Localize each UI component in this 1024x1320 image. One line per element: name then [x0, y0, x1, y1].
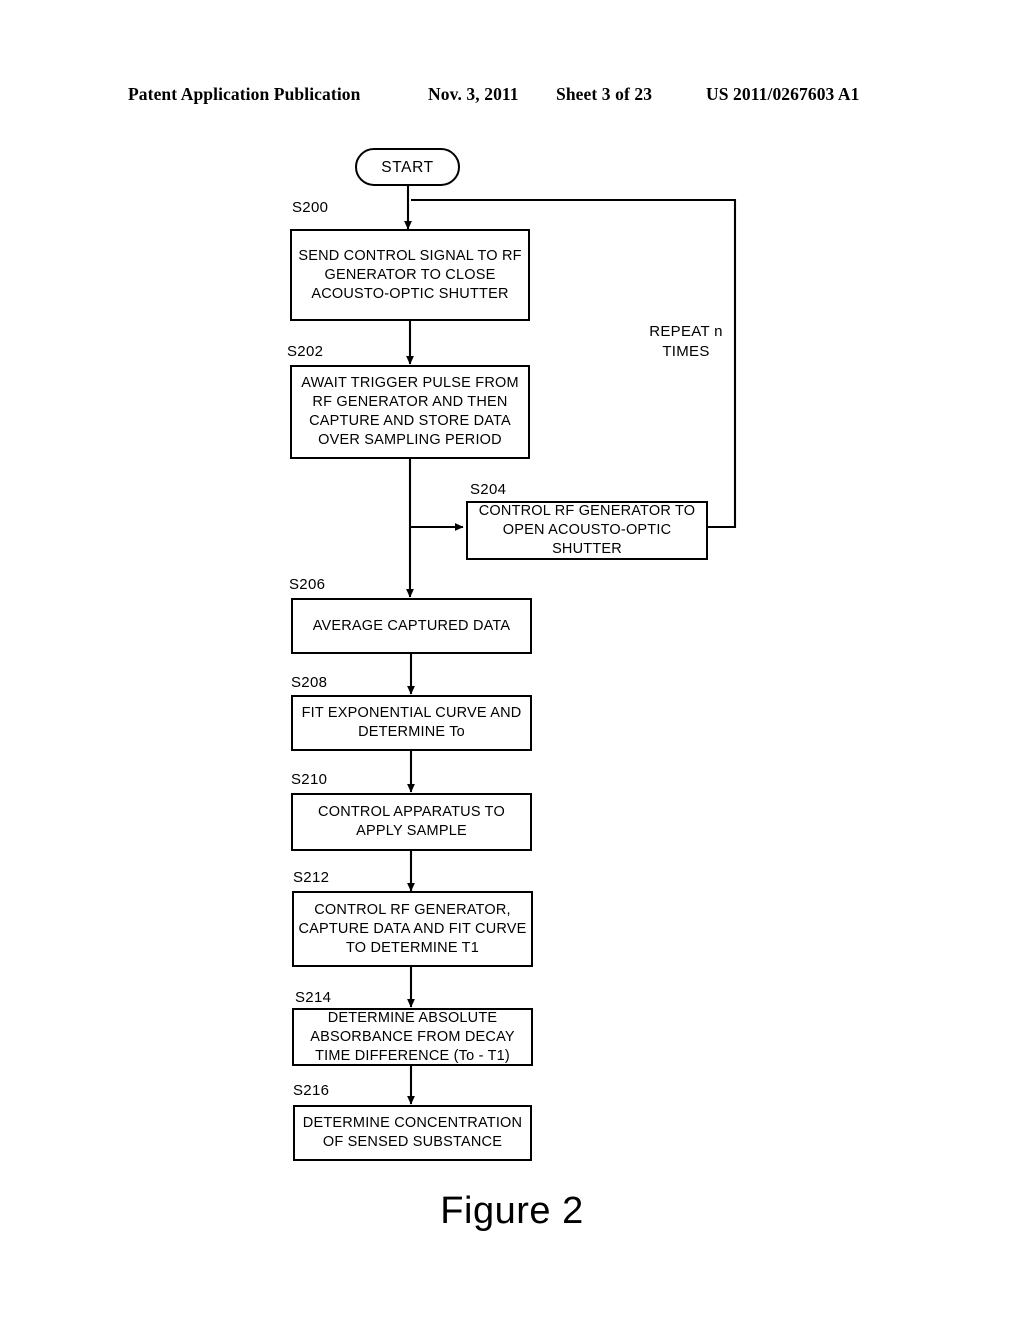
- step-id-s200: S200: [292, 199, 329, 216]
- flowchart-start-label: START: [381, 158, 434, 176]
- step-id-s216: S216: [293, 1082, 330, 1099]
- figure-caption: Figure 2: [440, 1190, 584, 1232]
- flowchart-box-s210-text: CONTROL APPARATUS TO APPLY SAMPLE: [318, 804, 505, 839]
- flowchart-box-s212-text: CONTROL RF GENERATOR, CAPTURE DATA AND F…: [298, 901, 527, 956]
- flowchart-box-s208-text: FIT EXPONENTIAL CURVE AND DETERMINE To: [301, 705, 522, 740]
- flowchart-box-s204[interactable]: CONTROL RF GENERATOR TO OPEN ACOUSTO-OPT…: [466, 501, 708, 560]
- step-id-s206: S206: [289, 576, 326, 593]
- step-id-s212: S212: [293, 869, 330, 886]
- flowchart-box-s210[interactable]: CONTROL APPARATUS TO APPLY SAMPLE: [291, 793, 532, 851]
- flowchart-diagram: START S200 SEND CONTROL SIGNAL TO RF GEN…: [0, 0, 1024, 1320]
- flowchart-box-s202[interactable]: AWAIT TRIGGER PULSE FROM RF GENERATOR AN…: [290, 365, 530, 459]
- step-id-s202: S202: [287, 343, 324, 360]
- flowchart-box-s216[interactable]: DETERMINE CONCENTRATION OF SENSED SUBSTA…: [293, 1105, 532, 1161]
- flowchart-start-terminator[interactable]: START: [355, 148, 460, 186]
- step-id-s210: S210: [291, 771, 328, 788]
- flowchart-box-s214-text: DETERMINE ABSOLUTE ABSORBANCE FROM DECAY…: [310, 1009, 515, 1064]
- flowchart-box-s206-text: AVERAGE CAPTURED DATA: [312, 617, 511, 634]
- flowchart-box-s212[interactable]: CONTROL RF GENERATOR, CAPTURE DATA AND F…: [292, 891, 533, 967]
- flowchart-box-s216-text: DETERMINE CONCENTRATION OF SENSED SUBSTA…: [302, 1115, 523, 1150]
- flowchart-box-s204-text: CONTROL RF GENERATOR TO OPEN ACOUSTO-OPT…: [478, 503, 696, 557]
- flowchart-box-s214[interactable]: DETERMINE ABSOLUTE ABSORBANCE FROM DECAY…: [292, 1008, 533, 1066]
- step-id-s204: S204: [470, 481, 507, 498]
- step-id-s214: S214: [295, 989, 332, 1006]
- loop-repeat-annotation: REPEAT n TIMES: [649, 323, 723, 360]
- flowchart-box-s208[interactable]: FIT EXPONENTIAL CURVE AND DETERMINE To: [291, 695, 532, 751]
- flowchart-box-s200[interactable]: SEND CONTROL SIGNAL TO RF GENERATOR TO C…: [290, 229, 530, 321]
- flowchart-box-s200-text: SEND CONTROL SIGNAL TO RF GENERATOR TO C…: [298, 247, 522, 302]
- flowchart-box-s206[interactable]: AVERAGE CAPTURED DATA: [291, 598, 532, 654]
- step-id-s208: S208: [291, 674, 328, 691]
- flowchart-box-s202-text: AWAIT TRIGGER PULSE FROM RF GENERATOR AN…: [301, 375, 519, 448]
